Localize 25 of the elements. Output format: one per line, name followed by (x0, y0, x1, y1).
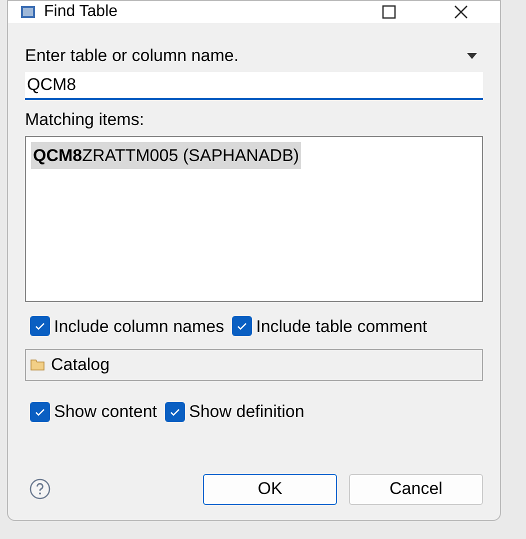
maximize-icon[interactable] (382, 5, 396, 19)
catalog-bar[interactable]: Catalog (25, 349, 483, 381)
checkbox-label: Show definition (189, 401, 304, 423)
checkbox[interactable] (30, 316, 50, 336)
checkmark-icon (236, 320, 248, 332)
checkbox-label: Show content (54, 401, 158, 423)
close-icon[interactable] (454, 5, 468, 19)
checkbox[interactable] (232, 316, 252, 336)
list-item[interactable]: QCM8ZRATTM005 (SAPHANADB) (31, 142, 302, 169)
matching-label: Matching items: (25, 109, 146, 131)
dialog-button[interactable]: OK (203, 474, 337, 504)
dropdown-caret-icon[interactable] (467, 53, 477, 59)
catalog-label: Catalog (51, 354, 110, 376)
checkbox[interactable] (30, 402, 50, 422)
checkmark-icon (34, 320, 46, 332)
table-icon (20, 5, 36, 19)
search-field[interactable]: QCM8 (25, 72, 483, 100)
folder-icon (30, 359, 46, 371)
dialog-button[interactable]: Cancel (349, 474, 483, 504)
window-title: Find Table (44, 2, 119, 22)
checkbox-label: Include column names (54, 316, 224, 338)
checkbox-label: Include table comment (256, 316, 428, 338)
checkbox[interactable] (165, 402, 186, 422)
help-icon[interactable] (29, 478, 51, 500)
search-label: Enter table or column name. (25, 45, 239, 68)
